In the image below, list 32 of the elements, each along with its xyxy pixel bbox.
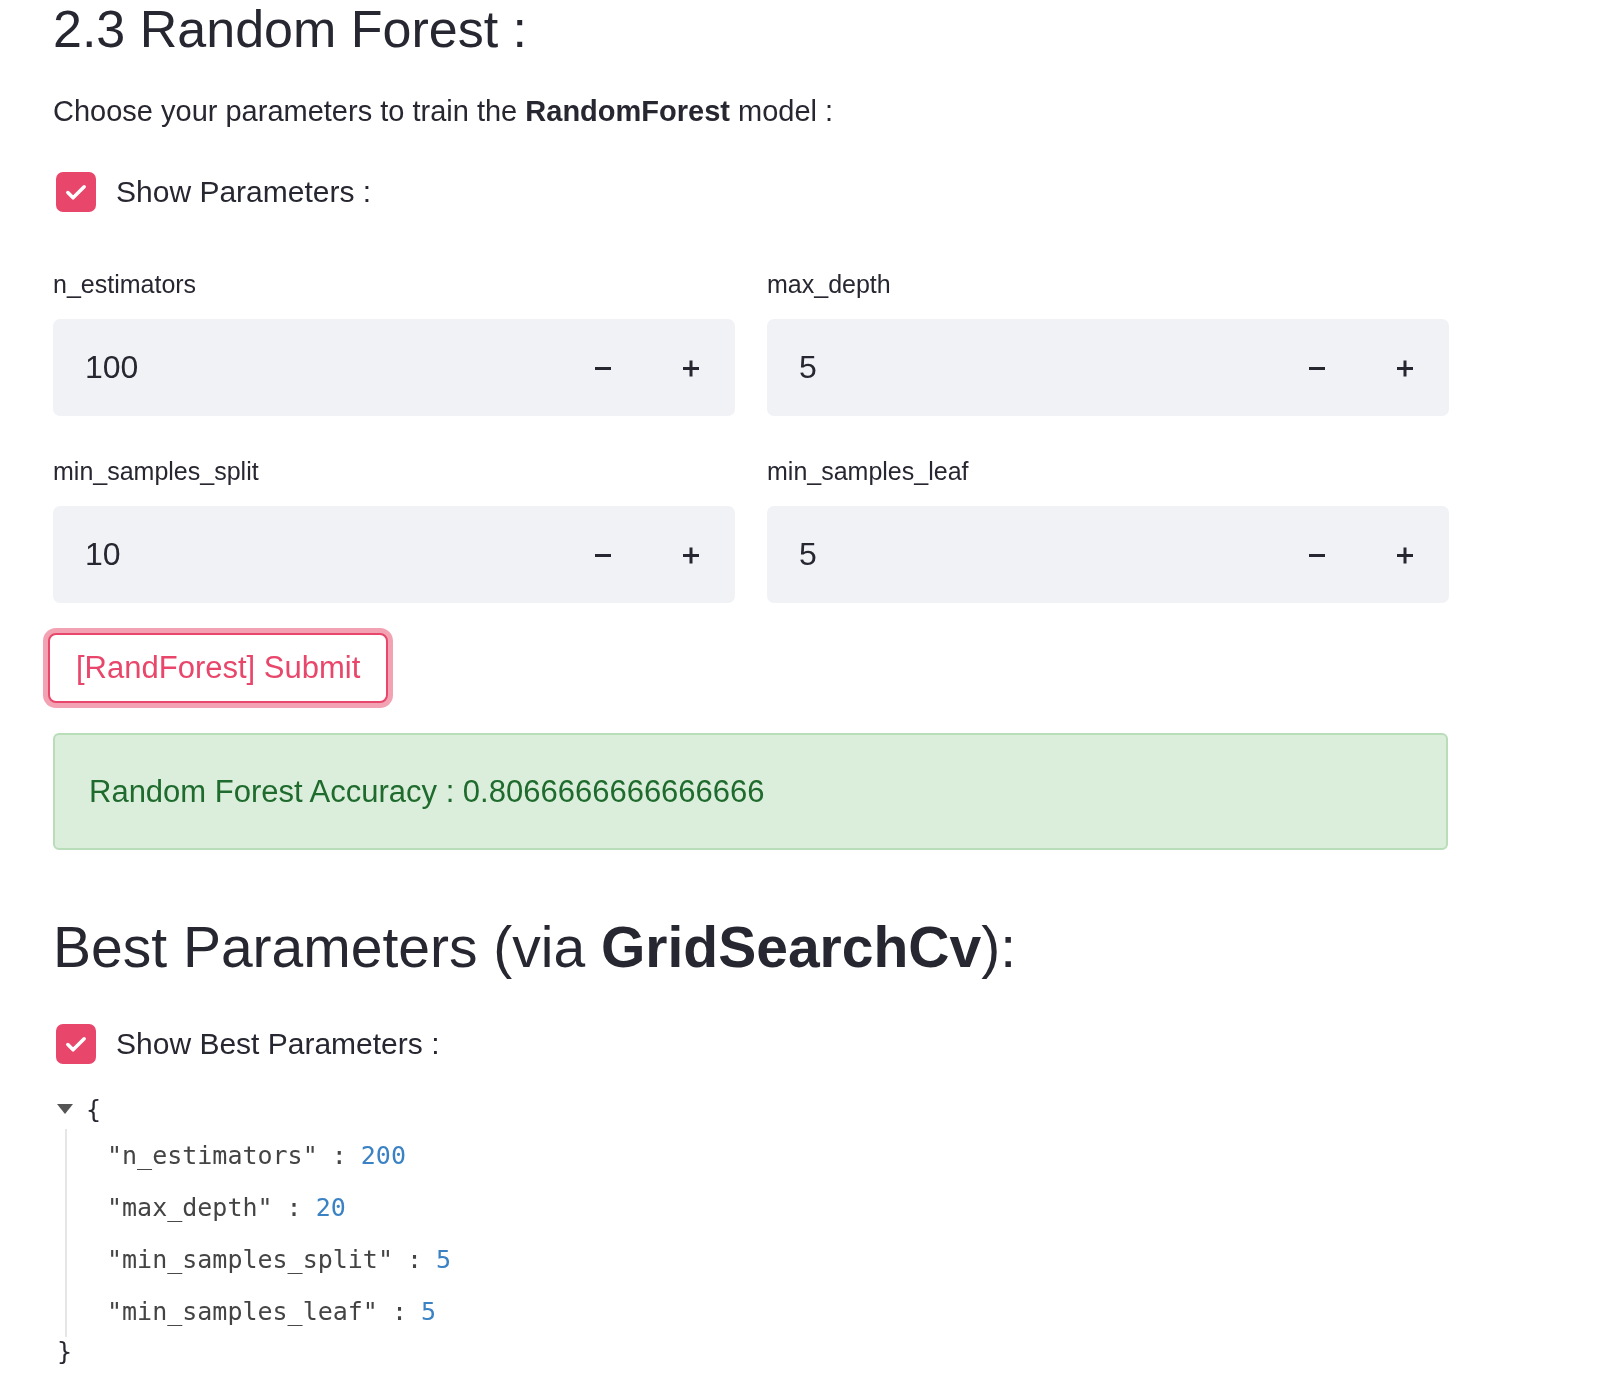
checkbox[interactable]	[56, 1024, 96, 1064]
json-value: 5	[421, 1296, 437, 1326]
json-colon: :	[391, 1296, 407, 1326]
field-label: max_depth	[767, 269, 892, 299]
checkbox-label: Show Parameters :	[116, 175, 372, 209]
json-colon: :	[331, 1140, 347, 1170]
intro-text: Choose your parameters to train the RandomForest model :	[53, 94, 835, 129]
number-field[interactable]: 5	[767, 506, 1449, 603]
json-key: "n_estimators"	[107, 1140, 318, 1170]
number-field[interactable]: 5	[767, 319, 1449, 416]
json-colon: :	[286, 1192, 302, 1222]
number-field[interactable]: 100	[53, 319, 735, 416]
field-label: n_estimators	[53, 269, 198, 299]
json-brace: {	[86, 1094, 102, 1124]
checkbox[interactable]	[56, 172, 96, 212]
json-brace: }	[57, 1337, 74, 1367]
field-label: min_samples_leaf	[767, 456, 970, 486]
json-value: 5	[436, 1244, 452, 1274]
json-key: "min_samples_leaf"	[107, 1296, 378, 1326]
json-value: 200	[360, 1140, 406, 1170]
json-key: "max_depth"	[107, 1192, 273, 1222]
number-field[interactable]: 10	[53, 506, 735, 603]
checkbox-label: Show Best Parameters :	[116, 1027, 440, 1061]
json-key: "min_samples_split"	[107, 1244, 393, 1274]
json-colon: :	[407, 1244, 423, 1274]
submit-button[interactable]: [RandForest] Submit	[48, 633, 389, 703]
json-value: 20	[315, 1192, 346, 1222]
alert-text: Random Forest Accuracy : 0.8066666666666666	[89, 773, 765, 810]
section-heading: Best Parameters (via GridSearchCv):	[53, 914, 1017, 981]
section-heading: 2.3 Random Forest :	[53, 0, 528, 57]
field-label: min_samples_split	[53, 456, 260, 486]
caret-icon[interactable]	[56, 1103, 74, 1115]
